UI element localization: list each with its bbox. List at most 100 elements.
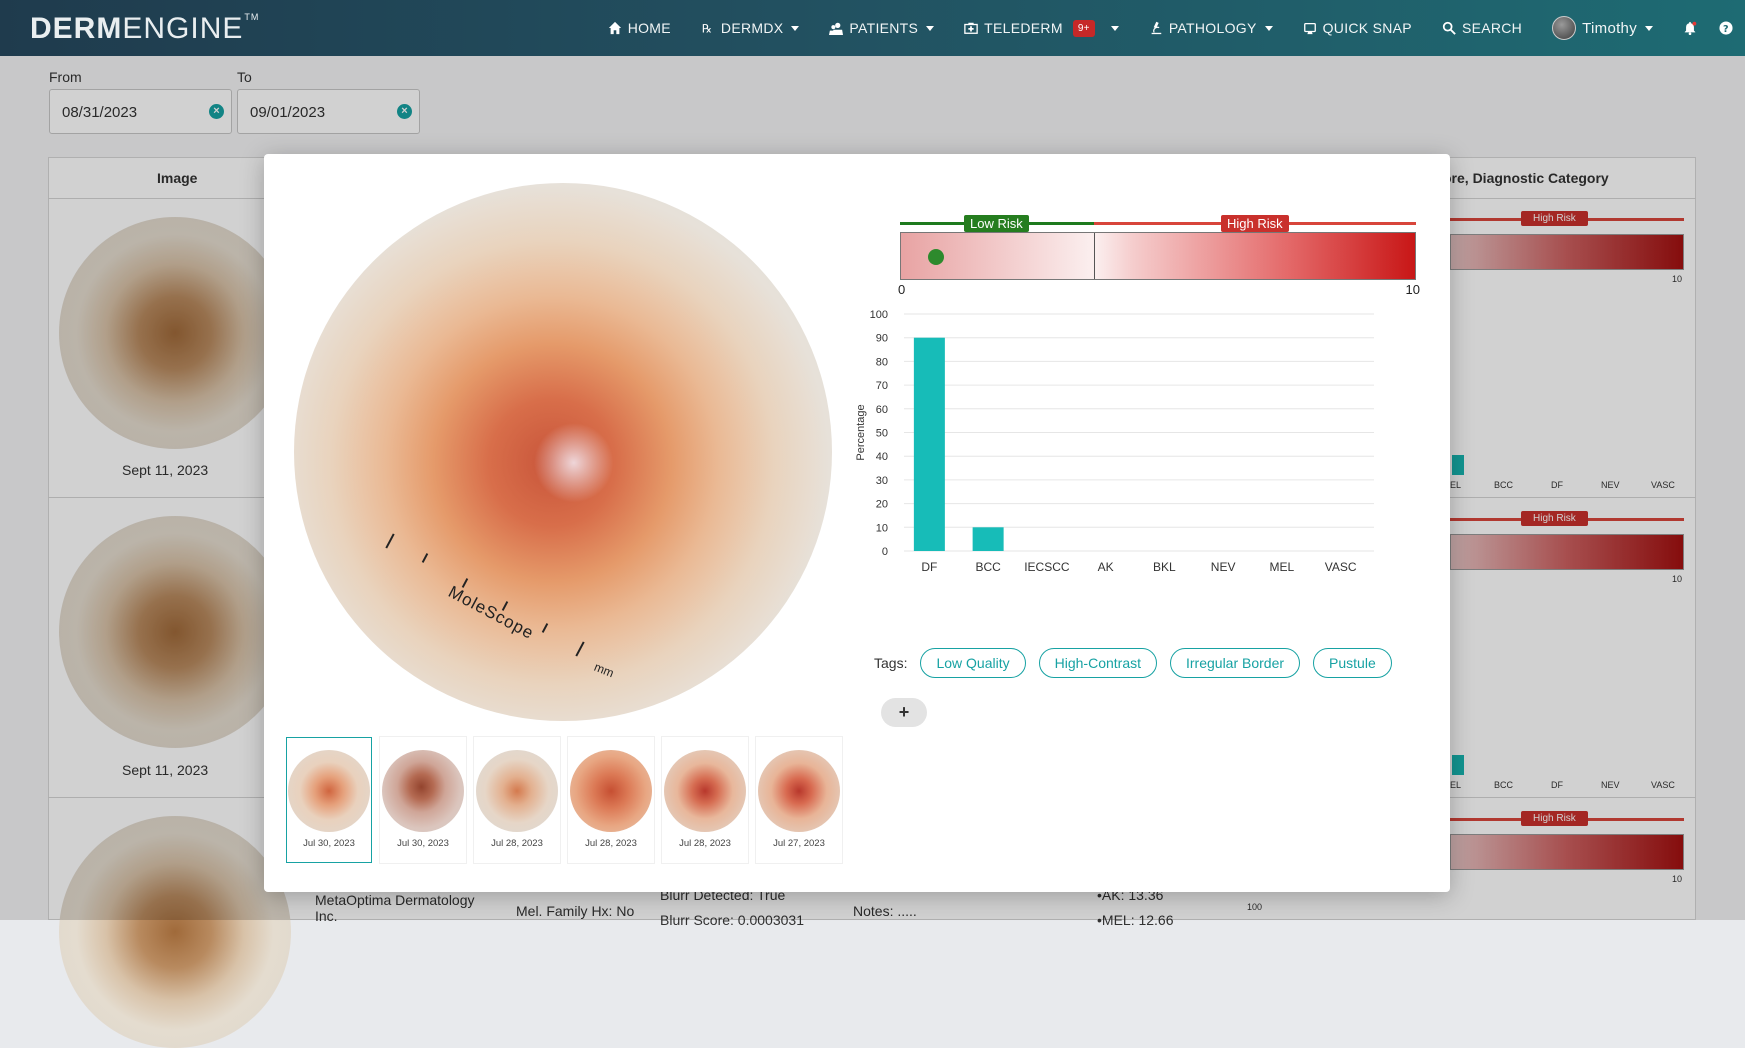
nav-telederm-label: TELEDERM [984,20,1063,36]
bell-icon [1684,21,1697,35]
thumbnail-strip: Jul 30, 2023 Jul 30, 2023 Jul 28, 2023 J… [286,737,842,863]
nav-dermdx-label: DERMDX [720,20,784,36]
risk-threshold-divider [1094,233,1095,279]
y-tick-label: 10 [876,522,888,534]
nav-user-name: Timothy [1582,19,1637,37]
snap-icon [1303,22,1316,35]
tag-chip[interactable]: High-Contrast [1038,648,1157,678]
thumbnail-date: Jul 30, 2023 [303,838,355,849]
notifications-button[interactable] [1683,21,1697,35]
x-tick-label: MEL [1270,560,1295,574]
nav-home-label: HOME [627,20,671,36]
risk-gradient-bar [900,232,1416,280]
nav-user-menu[interactable]: Timothy [1552,16,1653,40]
thumbnail[interactable]: Jul 28, 2023 [568,737,654,863]
help-icon: ? [1719,21,1733,35]
thumbnail-image [758,750,840,832]
thumbnail-date: Jul 28, 2023 [679,838,731,849]
thumbnail-date: Jul 30, 2023 [397,838,449,849]
nav-patients-label: PATIENTS [849,20,919,36]
risk-max-label: 10 [1405,282,1420,297]
nav-patients[interactable]: PATIENTS [829,20,935,36]
dermengine-logo[interactable]: DERMENGINETM [30,12,259,46]
tags-row: Tags: Low Quality High-Contrast Irregula… [874,648,1392,678]
nav-quick-snap-label: QUICK SNAP [1322,20,1412,36]
nav-telederm[interactable]: TELEDERM 9+ [964,19,1119,37]
add-tag-button[interactable]: + [881,698,927,727]
lesion-main-image[interactable]: MoleScope mm [294,183,832,721]
patients-icon [829,22,844,35]
y-axis-label: Percentage [855,404,867,460]
x-tick-label: IECSCC [1024,560,1070,574]
y-tick-label: 90 [876,333,888,345]
y-tick-label: 40 [876,451,888,463]
x-tick-label: DF [921,560,937,574]
y-tick-label: 50 [876,428,888,440]
nav-search[interactable]: SEARCH [1442,20,1522,36]
nav-search-label: SEARCH [1461,20,1523,36]
tag-chip[interactable]: Low Quality [920,648,1026,678]
nav-home[interactable]: HOME [608,20,671,36]
search-icon [1442,21,1456,35]
bar-df [913,337,945,551]
notification-badge: 9+ [1072,19,1095,37]
tag-chip[interactable]: Irregular Border [1170,648,1301,678]
y-tick-label: 80 [876,356,888,368]
chevron-down-icon [791,25,800,31]
y-tick-label: 100 [870,309,888,321]
risk-min-label: 0 [898,282,906,297]
svg-text:℞: ℞ [702,21,712,35]
y-tick-label: 60 [876,404,888,416]
low-risk-label: Low Risk [964,215,1029,232]
thumbnail-date: Jul 27, 2023 [773,838,825,849]
thumbnail-image [476,750,558,832]
molescope-ruler-label: MoleScope [445,582,538,644]
thumbnail[interactable]: Jul 30, 2023 [286,737,372,863]
nav-pathology-label: PATHOLOGY [1168,20,1257,36]
x-tick-label: VASC [1325,560,1357,574]
tags-label: Tags: [874,655,908,671]
high-risk-label: High Risk [1221,215,1289,232]
chevron-down-icon [926,25,935,31]
tag-chip[interactable]: Pustule [1313,648,1392,678]
avatar [1552,16,1577,40]
microscope-icon [1151,21,1162,35]
chevron-down-icon [1264,25,1273,31]
nav-pathology[interactable]: PATHOLOGY [1149,20,1273,36]
rx-icon: ℞ [702,21,712,35]
nav-quick-snap[interactable]: QUICK SNAP [1303,20,1412,36]
ruler-unit: mm [592,659,616,681]
y-tick-label: 30 [876,475,888,487]
thumbnail[interactable]: Jul 28, 2023 [474,737,560,863]
y-tick-label: 20 [876,499,888,511]
ruler-tick [541,623,549,633]
x-tick-label: AK [1098,560,1114,574]
chevron-down-icon [1645,25,1653,31]
y-tick-label: 0 [882,546,888,558]
thumbnail[interactable]: Jul 27, 2023 [756,737,842,863]
ruler-tick [385,533,395,549]
risk-score-marker [927,249,944,265]
thumbnail[interactable]: Jul 28, 2023 [662,737,748,863]
thumbnail-date: Jul 28, 2023 [585,838,637,849]
help-button[interactable]: ? [1719,21,1733,35]
thumbnail-date: Jul 28, 2023 [491,838,543,849]
thumbnail-image [570,750,652,832]
top-navbar: DERMENGINETM HOME ℞ DERMDX PATIENTS TELE… [0,0,1745,56]
diagnostic-category-chart: 0 10 20 30 40 50 60 70 80 90 100 Percentage DF BCC IEC… [855,309,1374,574]
nav-dermdx[interactable]: ℞ DERMDX [701,20,800,36]
ruler-tick [421,553,429,563]
x-tick-label: NEV [1211,560,1236,574]
bar-bcc [972,527,1004,551]
thumbnail-image [288,750,370,832]
risk-score-indicator: Low Risk High Risk 0 10 [898,184,1420,297]
y-tick-label: 70 [876,380,888,392]
home-icon [608,21,621,35]
x-tick-label: BKL [1153,560,1176,574]
telederm-icon [964,22,978,34]
thumbnail[interactable]: Jul 30, 2023 [380,737,466,863]
thumbnail-image [664,750,746,832]
lesion-detail-modal: MoleScope mm Jul 30, 2023 Jul 30, 2023 J… [264,154,1450,892]
chevron-down-icon[interactable] [1110,25,1119,31]
ruler-tick [575,641,585,657]
